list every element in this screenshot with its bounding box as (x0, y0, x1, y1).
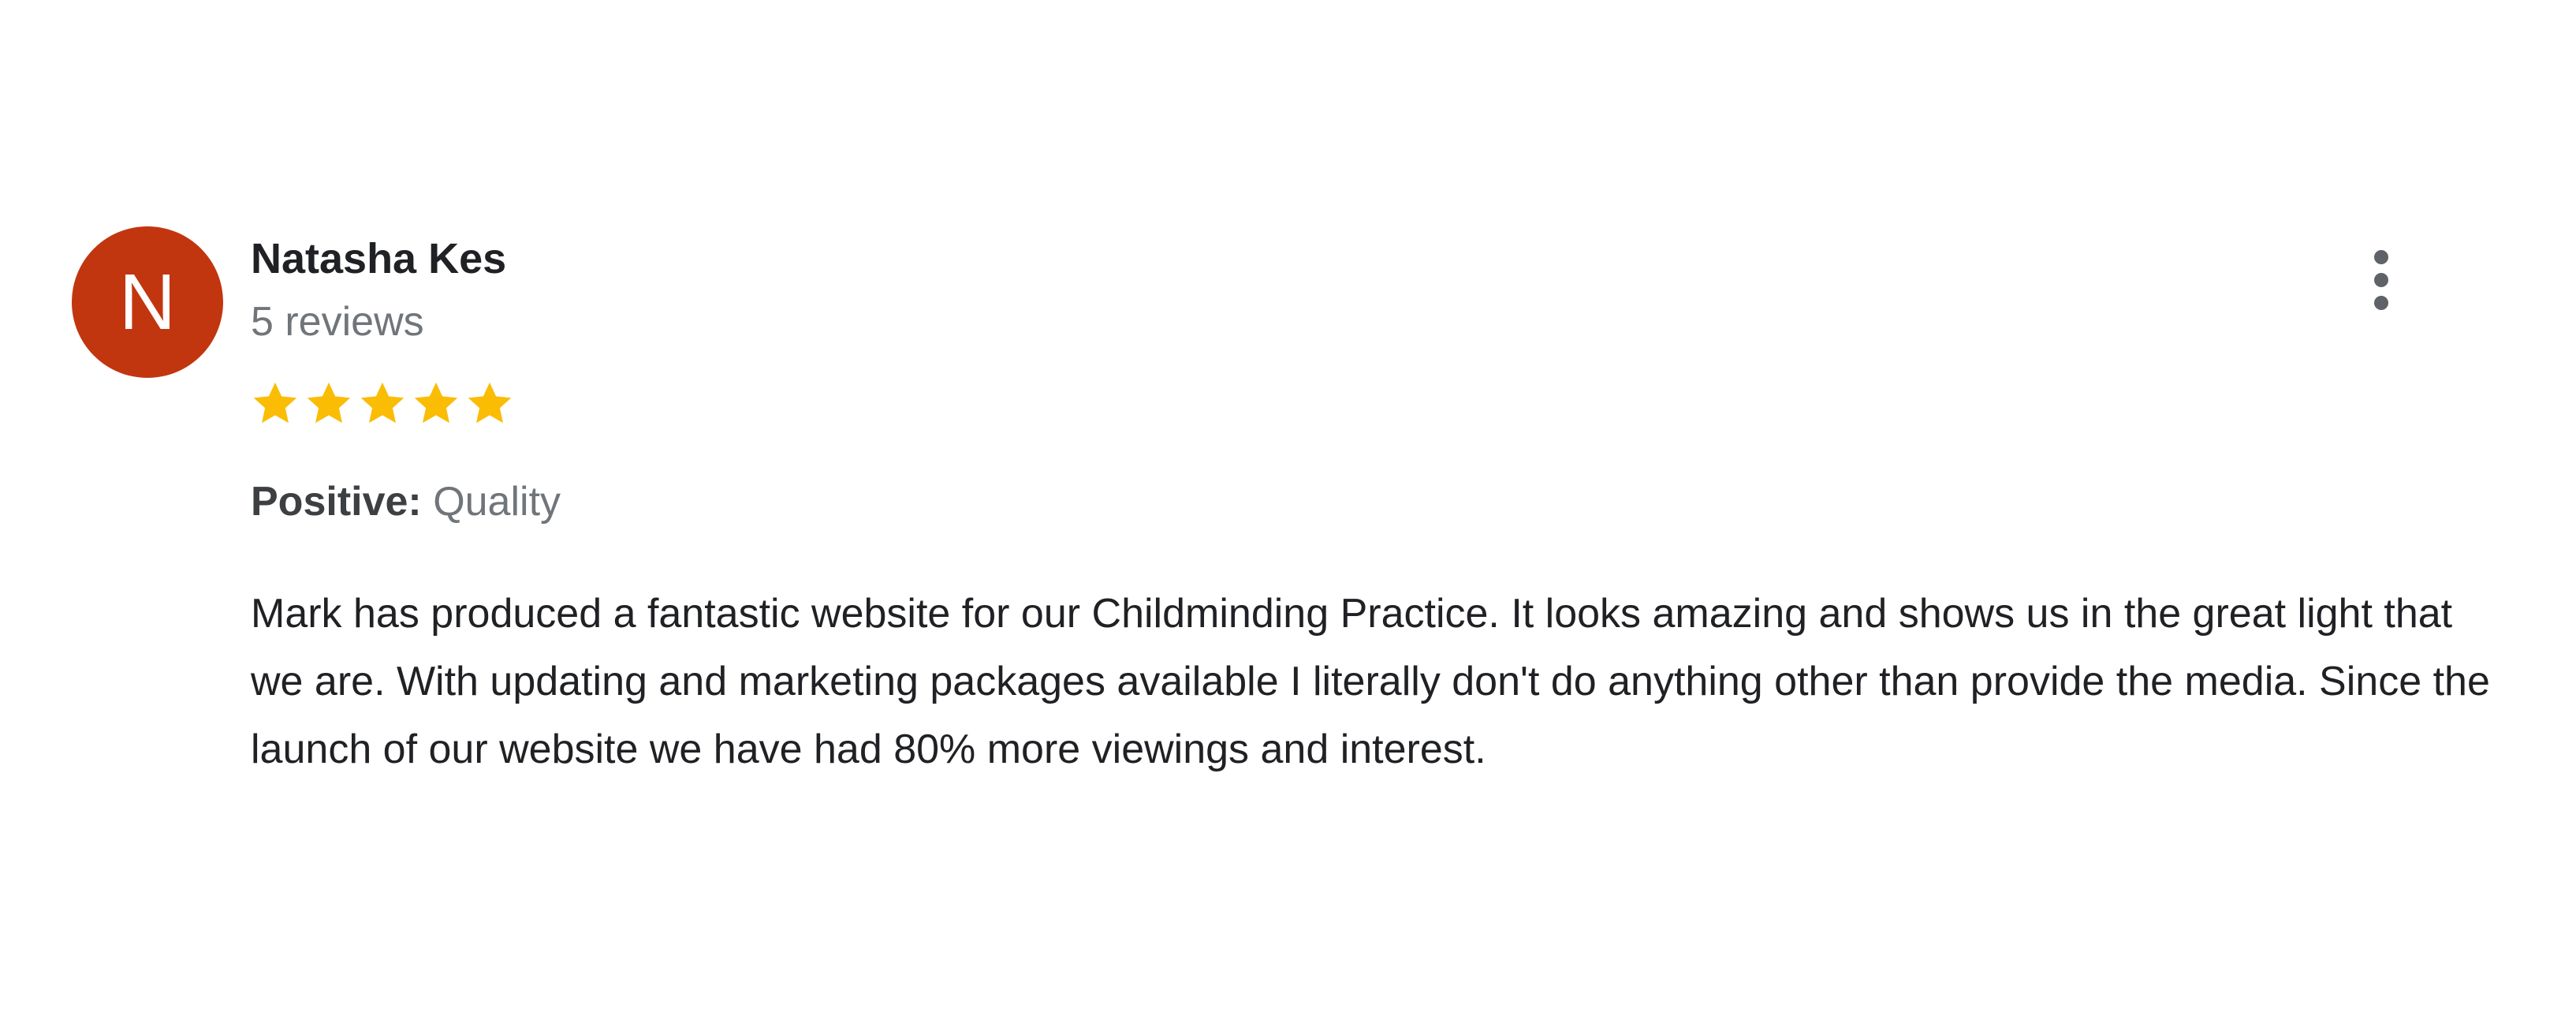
more-vert-icon-dot (2374, 250, 2388, 264)
star-icon (464, 377, 516, 429)
star-icon (410, 377, 462, 429)
star-icon (249, 377, 301, 429)
attribute-value: Quality (433, 479, 561, 525)
star-icon (356, 377, 408, 429)
review-count[interactable]: 5 reviews (251, 293, 424, 350)
review-text: Mark has produced a fantastic website fo… (251, 591, 2490, 772)
attribute-label: Positive: (251, 479, 422, 525)
review-attribute: Positive: Quality (251, 473, 561, 530)
star-rating (249, 377, 516, 429)
more-vert-icon-dot (2374, 296, 2388, 310)
avatar[interactable]: N (72, 226, 223, 378)
more-options-button[interactable] (2350, 237, 2413, 323)
review-card: N Natasha Kes 5 reviews Positive: Qualit… (0, 0, 2576, 1031)
more-vert-icon-dot (2374, 273, 2388, 287)
author-name[interactable]: Natasha Kes (251, 230, 506, 287)
star-icon (303, 377, 355, 429)
